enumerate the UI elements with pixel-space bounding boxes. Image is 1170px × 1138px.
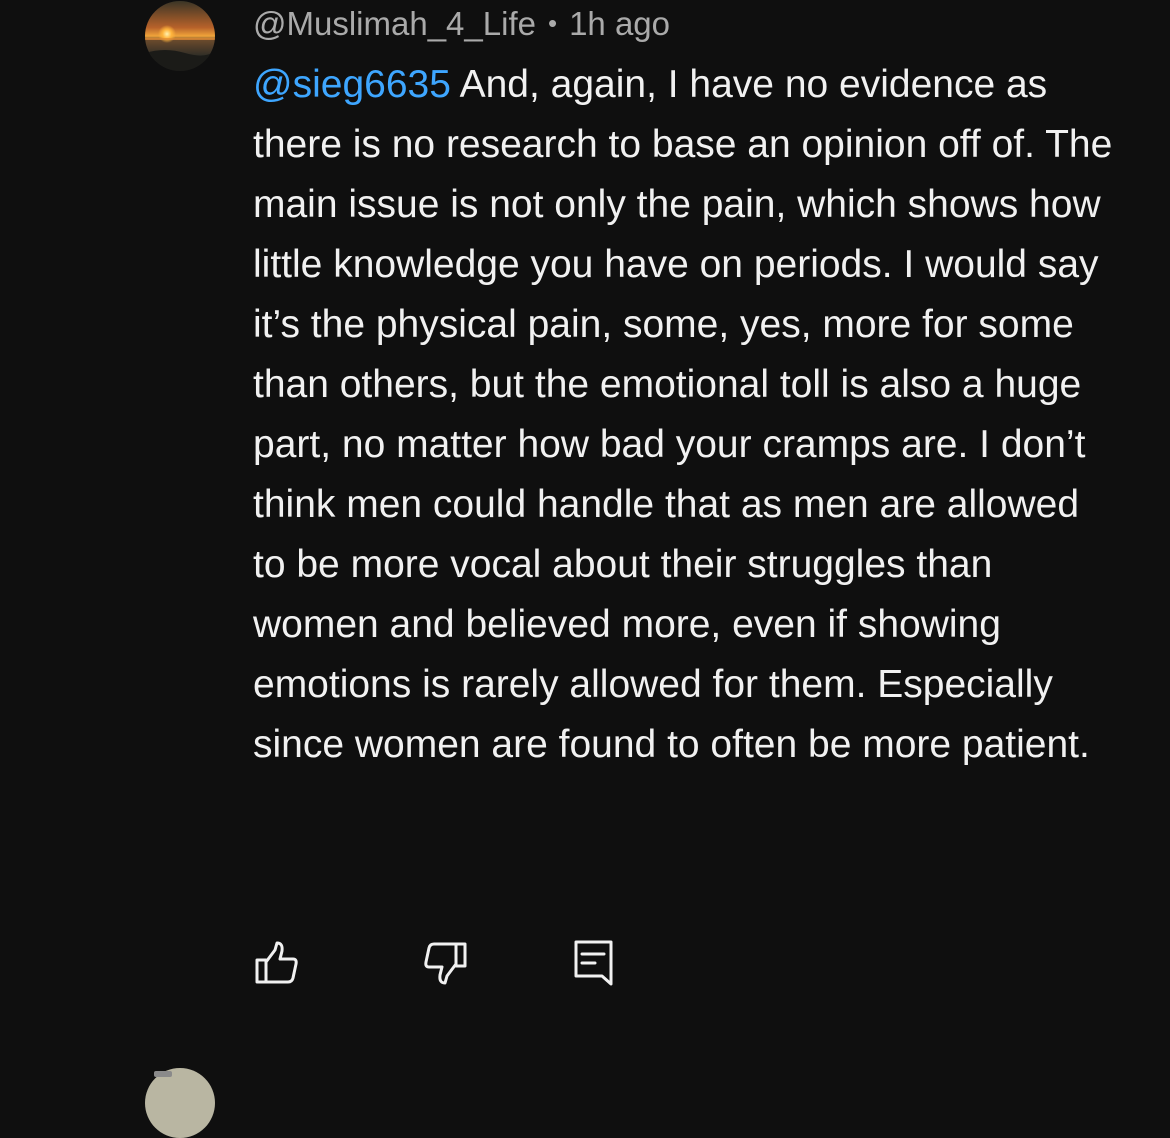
author-name[interactable]: @Muslimah_4_Life	[253, 5, 536, 42]
author-avatar[interactable]	[145, 1, 215, 71]
next-comment-avatar[interactable]	[145, 1068, 215, 1138]
comment-text: @sieg6635 And, again, I have no evidence…	[253, 55, 1113, 775]
comment-time: 1h ago	[569, 5, 671, 42]
thumbs-down-icon	[424, 942, 467, 985]
comment-body: And, again, I have no evidence as there …	[253, 63, 1113, 766]
reply-button[interactable]	[571, 938, 621, 988]
sunset-avatar-icon	[145, 1, 215, 71]
meta-separator: •	[547, 8, 558, 38]
mention-link[interactable]: @sieg6635	[253, 63, 451, 106]
comment-card: @Muslimah_4_Life • 1h ago @sieg6635 And, a…	[0, 0, 1170, 1040]
dislike-button[interactable]	[421, 938, 471, 988]
reply-comment-icon	[574, 940, 613, 986]
thumbs-up-icon	[255, 941, 298, 984]
comment-meta: @Muslimah_4_Life • 1h ago	[253, 2, 670, 45]
next-comment-meta	[154, 1071, 172, 1077]
like-button[interactable]	[253, 938, 303, 988]
